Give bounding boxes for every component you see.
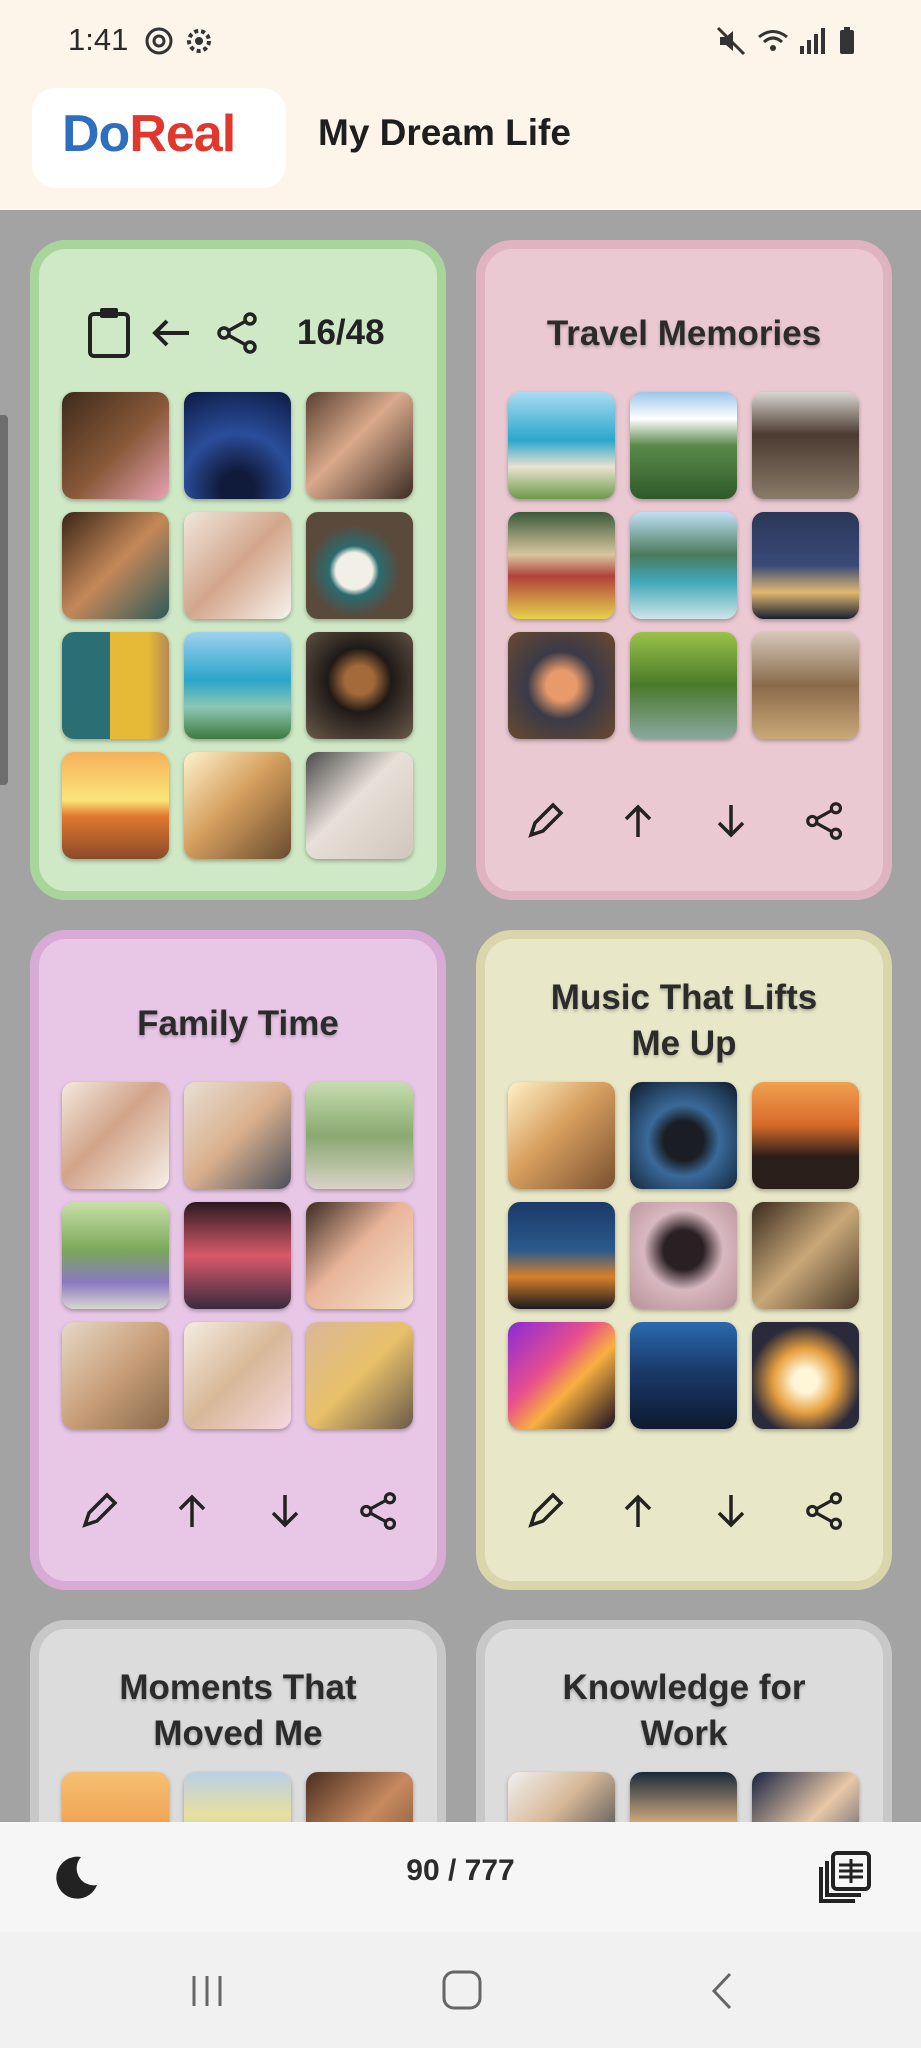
card-title: Family Time	[137, 1004, 339, 1043]
edit-button[interactable]	[523, 799, 567, 843]
arrow-left-icon	[152, 319, 189, 347]
wifi-icon	[758, 30, 788, 51]
clipboard-icon	[88, 308, 130, 358]
arrow-up-icon	[624, 1494, 652, 1527]
arrow-down-icon	[271, 1495, 299, 1528]
edit-button[interactable]	[523, 1489, 567, 1533]
share-icon	[806, 1492, 843, 1530]
pencil-icon	[528, 1492, 564, 1528]
signal-icon	[800, 28, 825, 54]
thumb-woman-backpack[interactable]	[752, 632, 859, 739]
thumb-headphones-on-blanket[interactable]	[630, 1202, 737, 1309]
thumb-clock[interactable]	[306, 512, 413, 619]
move-down-button[interactable]	[709, 799, 753, 843]
thumb-speaker-rainy-window[interactable]	[508, 1202, 615, 1309]
thumb-cassette-tapes[interactable]	[752, 1202, 859, 1309]
card-title: Knowledge for Work	[562, 1668, 806, 1753]
thumb-child-running[interactable]	[306, 1082, 413, 1189]
thumb-laughing-women[interactable]	[306, 392, 413, 499]
share-button[interactable]	[357, 1489, 401, 1533]
arrow-down-icon	[717, 1495, 745, 1528]
card-current-vision[interactable]: 16/48	[30, 240, 446, 900]
thumb-sunset-over-sea[interactable]	[62, 752, 169, 859]
thumb-family-dinner[interactable]	[62, 512, 169, 619]
thumb-woman-talking[interactable]	[306, 752, 413, 859]
status-bar: 1:41	[0, 0, 921, 82]
thumb-woman-on-beach[interactable]	[508, 392, 615, 499]
card-travel-memories[interactable]: Travel Memories	[476, 240, 892, 900]
share-icon	[360, 1492, 397, 1530]
back-button[interactable]	[149, 311, 193, 355]
thumb-puppy[interactable]	[306, 632, 413, 739]
mute-icon	[716, 26, 746, 56]
thumb-dancing-silhouette[interactable]	[508, 1322, 615, 1429]
thumb-mountain-valley[interactable]	[630, 392, 737, 499]
share-button[interactable]	[216, 311, 260, 355]
card-title: Travel Memories	[546, 314, 822, 353]
thumb-mother-daughter-laughing[interactable]	[62, 1082, 169, 1189]
thumb-headphones-night[interactable]	[630, 1322, 737, 1429]
thumb-forest-stream[interactable]	[630, 632, 737, 739]
openai-icon	[145, 27, 173, 55]
card-title: Music That Lifts Me Up	[550, 978, 818, 1063]
thumb-girl-clapping[interactable]	[306, 1202, 413, 1309]
edit-button[interactable]	[77, 1489, 121, 1533]
gallery-button[interactable]	[816, 1848, 874, 1906]
pencil-icon	[82, 1492, 118, 1528]
clipboard-button[interactable]	[84, 305, 134, 359]
battery-icon	[840, 27, 854, 54]
thumb-woman-on-beach[interactable]	[184, 632, 291, 739]
thumb-japanese-meal[interactable]	[508, 632, 615, 739]
home-button[interactable]	[438, 1966, 486, 2014]
thumb-glowing-headphones[interactable]	[752, 1322, 859, 1429]
thumb-headphones-soundwave[interactable]	[630, 1082, 737, 1189]
thumb-toy-blocks[interactable]	[62, 632, 169, 739]
back-nav-button[interactable]	[700, 1968, 746, 2014]
recent-apps-button[interactable]	[184, 1968, 230, 2014]
thumb-friends-toasting[interactable]	[62, 1322, 169, 1429]
thumb-child-with-card[interactable]	[184, 1322, 291, 1429]
arrow-up-icon	[178, 1494, 206, 1527]
thumb-car-sunset-road[interactable]	[752, 1082, 859, 1189]
card-music[interactable]: Music That Lifts Me Up	[476, 930, 892, 1590]
thumb-city-night-view[interactable]	[752, 512, 859, 619]
thumb-retro-train[interactable]	[508, 512, 615, 619]
gallery-stack-icon	[819, 1851, 871, 1903]
thumb-father-child[interactable]	[184, 1082, 291, 1189]
card-family-time[interactable]: Family Time	[30, 930, 446, 1590]
thumb-lake-mountains[interactable]	[630, 512, 737, 619]
move-up-button[interactable]	[616, 799, 660, 843]
item-counter: 90 / 777	[406, 1854, 515, 1887]
thumb-mother-daughter-laughing[interactable]	[184, 512, 291, 619]
share-icon	[217, 312, 257, 354]
thumb-headphones-by-window[interactable]	[184, 752, 291, 859]
back-chevron-icon	[711, 1972, 732, 2010]
thumb-family-in-yukata[interactable]	[184, 1202, 291, 1309]
app-logo: DoReal	[62, 105, 236, 163]
thumb-starry-sky-silhouette[interactable]	[184, 392, 291, 499]
move-up-button[interactable]	[616, 1489, 660, 1533]
move-down-button[interactable]	[709, 1489, 753, 1533]
settings-gear-icon	[187, 29, 211, 53]
share-button[interactable]	[803, 1489, 847, 1533]
move-down-button[interactable]	[263, 1489, 307, 1533]
card-title: Moments That Moved Me	[119, 1668, 357, 1753]
pager-counter: 16/48	[297, 313, 385, 352]
pencil-icon	[528, 802, 564, 838]
recent-apps-icon	[192, 1976, 222, 2006]
share-icon	[806, 802, 843, 840]
arrow-down-icon	[717, 805, 745, 838]
share-button[interactable]	[803, 799, 847, 843]
thumb-dog-with-flowers[interactable]	[62, 392, 169, 499]
home-icon	[442, 1970, 482, 2010]
page-title: My Dream Life	[318, 112, 571, 153]
move-up-button[interactable]	[170, 1489, 214, 1533]
thumb-group-of-kids[interactable]	[306, 1322, 413, 1429]
thumb-headphones-by-window[interactable]	[508, 1082, 615, 1189]
status-time: 1:41	[68, 22, 129, 57]
thumb-child-on-bike[interactable]	[62, 1202, 169, 1309]
edge-panel-handle[interactable]	[0, 415, 8, 785]
arrow-up-icon	[624, 804, 652, 837]
thumb-old-street[interactable]	[752, 392, 859, 499]
